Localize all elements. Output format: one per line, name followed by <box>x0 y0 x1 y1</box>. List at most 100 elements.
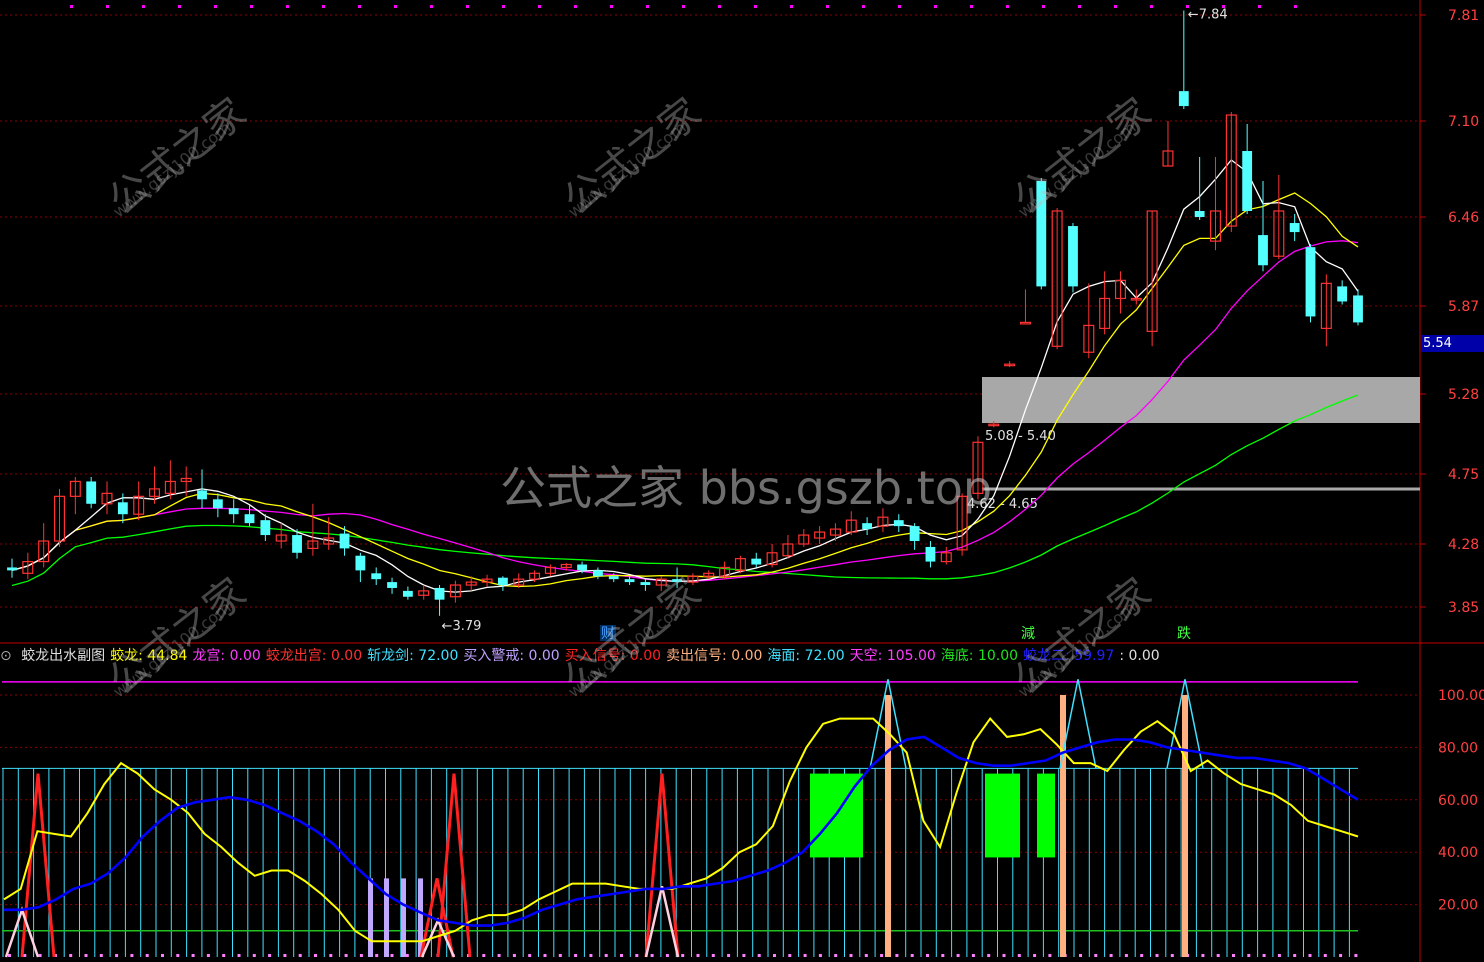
bottom-dot <box>681 954 685 957</box>
signal-dot <box>682 5 685 8</box>
candle-body <box>1289 223 1300 233</box>
candle-body <box>1353 295 1363 323</box>
price-tick-label: 6.46 <box>1448 210 1479 226</box>
legend-item: 龙宫: 0.00 <box>192 648 261 663</box>
bottom-dot <box>130 954 134 957</box>
bottom-dot <box>176 954 180 957</box>
price-tick-label: 5.28 <box>1448 387 1479 403</box>
bottom-dot <box>757 954 761 957</box>
signal-dot <box>862 5 865 8</box>
signal-dot <box>394 5 397 8</box>
bottom-dot <box>1109 954 1113 957</box>
bottom-dot <box>711 954 715 957</box>
bottom-dot <box>268 954 272 957</box>
signal-dot <box>250 5 253 8</box>
stock-chart[interactable]: 7.81 7.10 6.46 5.87 5.28 4.75 4.28 3.85 100.00 80… <box>0 0 1484 962</box>
event-marker: 減 <box>1021 625 1035 642</box>
legend-item: 蛟龙二: 59.97 <box>1023 648 1115 663</box>
bottom-dot <box>359 954 363 957</box>
bottom-dot <box>1124 954 1128 957</box>
legend-item: 斩龙剑: 72.00 <box>367 648 459 663</box>
bottom-dot <box>849 954 853 957</box>
bottom-dot <box>206 954 210 957</box>
signal-dot <box>718 5 721 8</box>
bottom-dot <box>574 954 578 957</box>
bottom-dot <box>1201 954 1205 957</box>
bottom-dot <box>696 954 700 957</box>
legend-item: 海底: 10.00 <box>940 648 1019 663</box>
high-label: ←7.84 <box>1188 8 1228 23</box>
signal-dot <box>358 5 361 8</box>
bottom-dot <box>482 954 486 957</box>
bottom-dot <box>589 954 593 957</box>
bottom-dot <box>344 954 348 957</box>
signal-dot <box>646 5 649 8</box>
signal-dot <box>1078 5 1081 8</box>
bottom-dot <box>329 954 333 957</box>
signal-dot <box>1294 5 1297 8</box>
bottom-dot <box>834 954 838 957</box>
legend-item: 蛟龙出宫: 0.00 <box>265 648 363 663</box>
candle-body <box>1036 181 1047 287</box>
signal-dot <box>1006 5 1009 8</box>
candle-body <box>387 582 397 588</box>
legend-item: 海面: 72.00 <box>767 648 845 663</box>
bottom-dot <box>1140 954 1144 957</box>
bottom-dot <box>390 954 394 957</box>
candle-body <box>402 590 413 597</box>
signal-dot <box>826 5 829 8</box>
price-tick-label: 3.85 <box>1448 600 1479 616</box>
indicator-tick-label: 60.00 <box>1438 793 1478 809</box>
candle-body <box>925 546 936 562</box>
bottom-dot <box>1216 954 1220 957</box>
bottom-dot <box>1232 954 1235 957</box>
bottom-dot <box>635 954 639 957</box>
resistance-zone <box>982 377 1420 423</box>
price-tick-label: 4.28 <box>1448 537 1479 553</box>
candle-body <box>86 481 97 504</box>
indicator-legend: ⊙ 蛟龙出水副图 蛟龙: 44.84 龙宫: 0.00 蛟龙出宫: 0.00 斩龙剑: … <box>0 645 1420 663</box>
bottom-dot <box>298 954 302 957</box>
bottom-dot <box>375 954 379 957</box>
candle-body <box>228 508 239 515</box>
bottom-dot <box>880 954 884 957</box>
bottom-dot <box>1339 954 1343 957</box>
signal-dot <box>430 5 433 8</box>
bottom-dot <box>1017 954 1021 957</box>
signal-dot <box>106 5 109 8</box>
candle-body <box>862 523 873 530</box>
buy-alert-bar <box>368 878 373 957</box>
signal-dot <box>322 5 325 8</box>
bottom-dot <box>742 954 746 957</box>
bottom-dot <box>895 954 899 957</box>
price-tick-label: 5.87 <box>1448 299 1479 315</box>
candle-body <box>608 576 619 580</box>
candle-body <box>1242 151 1253 211</box>
indicator-tick-label: 40.00 <box>1438 845 1478 861</box>
candle-body <box>117 502 128 515</box>
ma5-line <box>11 159 1359 593</box>
bottom-dot <box>650 954 654 957</box>
bottom-dot <box>727 954 731 957</box>
sell-signal-bar <box>1182 695 1188 957</box>
signal-dot <box>970 5 973 8</box>
signal-dot <box>1042 5 1045 8</box>
legend-collapse-icon[interactable]: ⊙ <box>0 648 12 663</box>
bottom-dot <box>115 954 119 957</box>
candle-body <box>371 573 382 580</box>
bottom-dot <box>1308 954 1312 957</box>
bottom-dot <box>773 954 776 957</box>
candle-body <box>592 570 603 577</box>
legend-item: : 0.00 <box>1119 648 1160 663</box>
candle-body <box>497 577 508 586</box>
bottom-dot <box>1293 954 1297 957</box>
bottom-dot <box>956 954 960 957</box>
legend-item: 天空: 105.00 <box>849 648 936 663</box>
signal-dot <box>466 5 469 8</box>
legend-item: 卖出信号: 0.00 <box>666 648 763 663</box>
signal-dot <box>214 5 217 8</box>
zone-upper-label: 5.08 - 5.40 <box>985 429 1056 444</box>
indicator-tick-label: 100.00 <box>1438 688 1484 704</box>
candle-body <box>434 587 445 600</box>
candle-body <box>1019 321 1031 325</box>
